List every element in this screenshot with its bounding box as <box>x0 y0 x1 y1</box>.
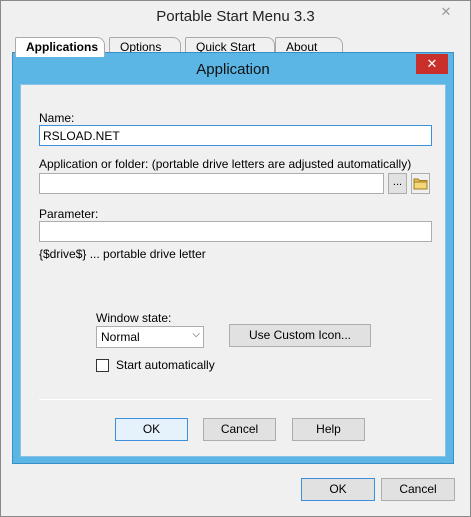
tab-applications[interactable]: Applications <box>15 37 105 57</box>
window-state-label: Window state: <box>96 311 172 325</box>
main-title-bar[interactable]: Portable Start Menu 3.3 ✕ <box>1 1 470 33</box>
dialog-title: Application <box>196 61 270 78</box>
main-ok-button[interactable]: OK <box>301 478 375 501</box>
start-automatically-checkbox[interactable] <box>96 359 109 372</box>
drive-hint: {$drive$} ... portable drive letter <box>39 247 206 261</box>
parameter-label: Parameter: <box>39 207 99 221</box>
chevron-down-icon: ⌵ <box>192 329 200 340</box>
parameter-input[interactable] <box>39 221 432 242</box>
name-label: Name: <box>39 111 75 125</box>
application-dialog: Application ✕ Name: Application or folde… <box>12 52 454 464</box>
folder-icon <box>413 178 428 190</box>
window-state-select[interactable]: Normal ⌵ <box>96 326 204 348</box>
dialog-title-bar[interactable]: Application ✕ <box>13 53 453 84</box>
main-close-button[interactable]: ✕ <box>432 2 460 22</box>
dialog-help-button[interactable]: Help <box>292 418 365 441</box>
start-automatically-label: Start automatically <box>116 358 215 372</box>
dialog-body: Name: Application or folder: (portable d… <box>20 84 446 457</box>
dialog-close-button[interactable]: ✕ <box>416 54 448 74</box>
browse-folder-button[interactable] <box>411 173 430 194</box>
dialog-cancel-button[interactable]: Cancel <box>203 418 276 441</box>
main-window-title: Portable Start Menu 3.3 <box>156 8 315 25</box>
dialog-separator <box>39 399 432 400</box>
name-input[interactable] <box>39 125 432 146</box>
custom-icon-button[interactable]: Use Custom Icon... <box>229 324 371 347</box>
browse-file-button[interactable]: ... <box>388 173 407 194</box>
main-cancel-button[interactable]: Cancel <box>381 478 455 501</box>
app-folder-input[interactable] <box>39 173 384 194</box>
window-state-value: Normal <box>101 330 140 344</box>
dialog-ok-button[interactable]: OK <box>115 418 188 441</box>
app-folder-label: Application or folder: (portable drive l… <box>39 157 412 171</box>
